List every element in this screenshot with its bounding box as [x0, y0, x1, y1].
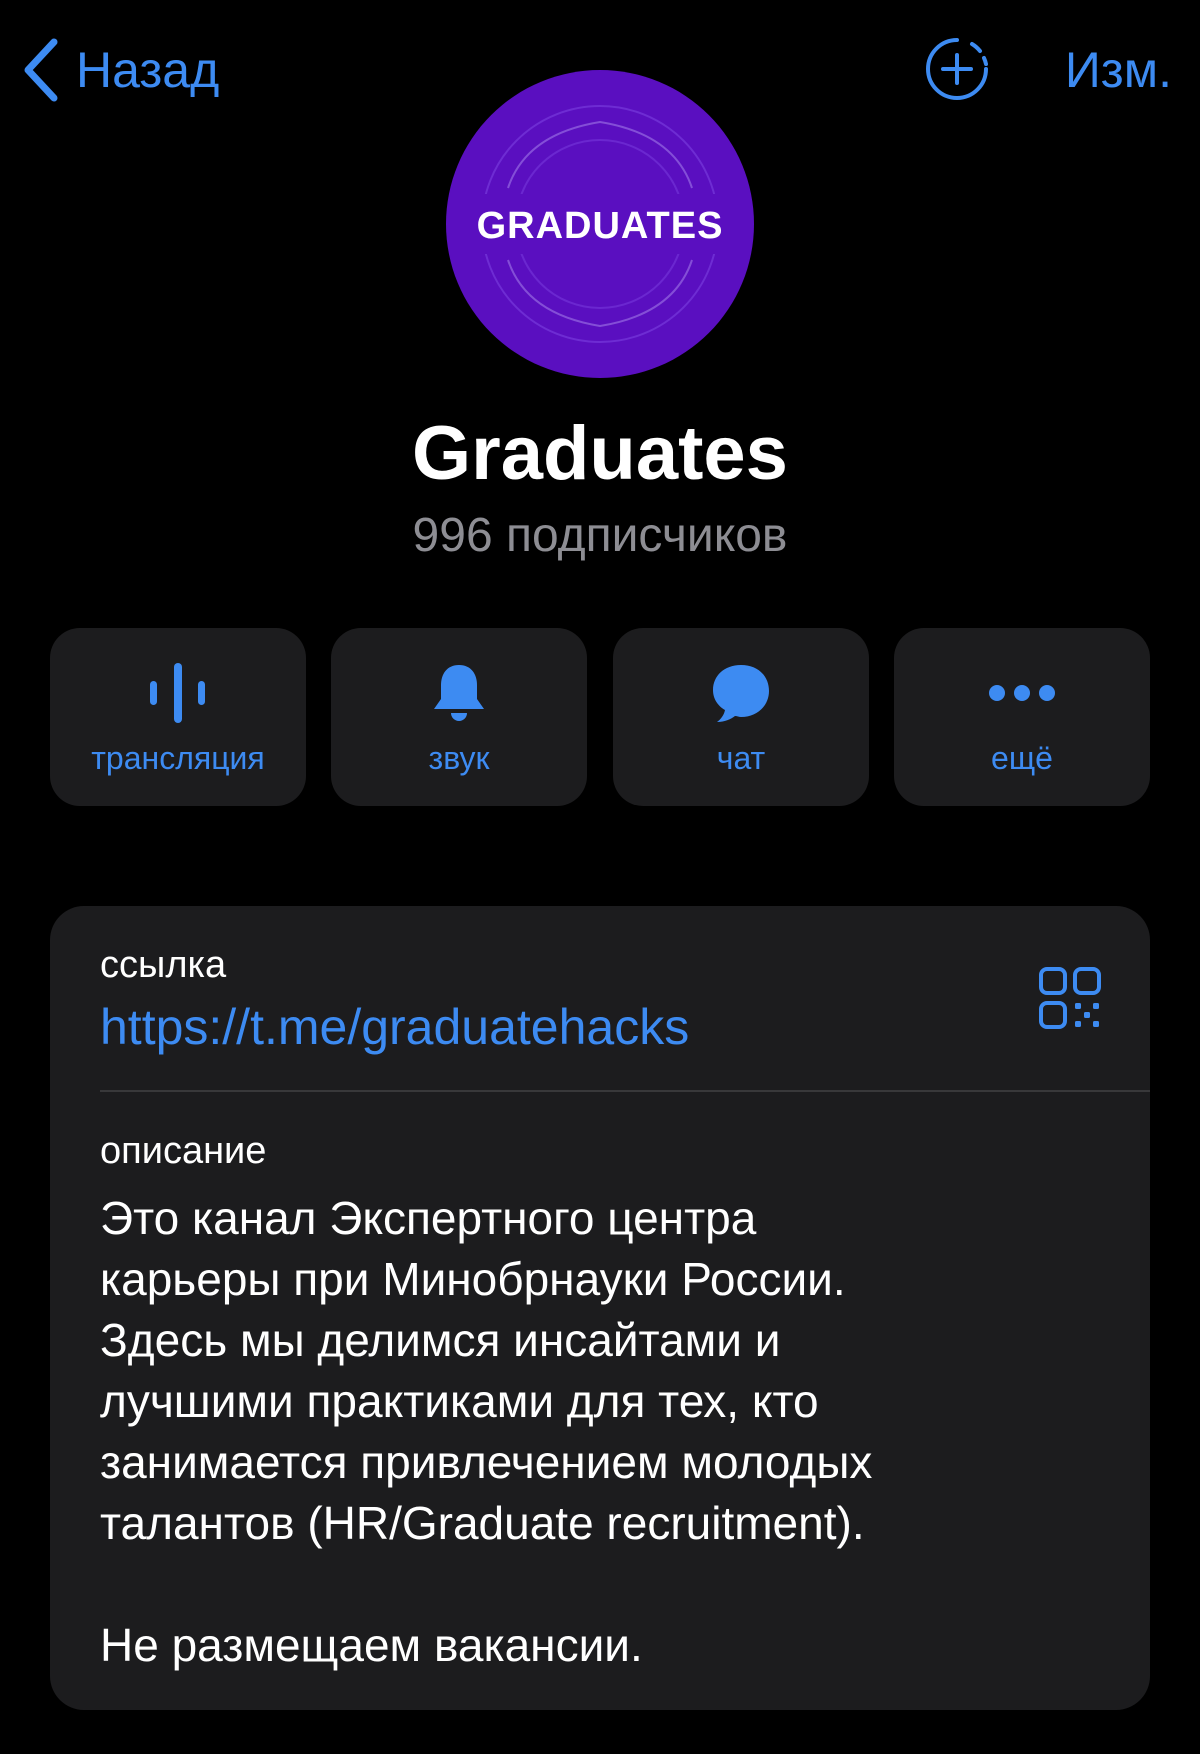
- live-stream-label: трансляция: [91, 740, 265, 776]
- action-bar: трансляция звук чат ещё: [50, 628, 1150, 806]
- channel-avatar[interactable]: GRADUATES: [446, 70, 754, 378]
- link-label: ссылка: [100, 944, 227, 986]
- more-dots-icon: [989, 685, 1055, 701]
- add-circle-icon: [926, 38, 988, 100]
- info-card: ссылка https://t.me/graduatehacks описан…: [50, 906, 1150, 1710]
- qr-code-icon: [1039, 967, 1101, 1029]
- sound-label: звук: [428, 740, 490, 776]
- channel-link[interactable]: https://t.me/graduatehacks: [100, 998, 689, 1056]
- subscriber-count: 996 подписчиков: [412, 509, 788, 562]
- bell-icon: [434, 665, 484, 721]
- chat-label: чат: [716, 740, 766, 776]
- back-button[interactable]: Назад: [22, 30, 219, 110]
- live-stream-icon: [150, 663, 205, 723]
- chat-button[interactable]: чат: [613, 628, 869, 806]
- more-button[interactable]: ещё: [894, 628, 1150, 806]
- live-stream-button[interactable]: трансляция: [50, 628, 306, 806]
- back-label: Назад: [76, 42, 220, 98]
- channel-title: Graduates: [412, 411, 788, 496]
- chevron-left-icon: [24, 38, 58, 102]
- add-member-button[interactable]: [924, 36, 990, 102]
- description-label: описание: [100, 1130, 267, 1172]
- divider: [100, 1090, 1150, 1092]
- chat-bubble-icon: [713, 665, 769, 722]
- avatar-text: GRADUATES: [477, 205, 724, 247]
- qr-code-button[interactable]: [1038, 966, 1102, 1030]
- graduates-logo: GRADUATES: [464, 105, 736, 343]
- more-label: ещё: [991, 740, 1053, 776]
- channel-description: Это канал Экспертного центра карьеры при…: [100, 1192, 873, 1671]
- sound-button[interactable]: звук: [331, 628, 587, 806]
- edit-button[interactable]: Изм.: [1065, 30, 1172, 110]
